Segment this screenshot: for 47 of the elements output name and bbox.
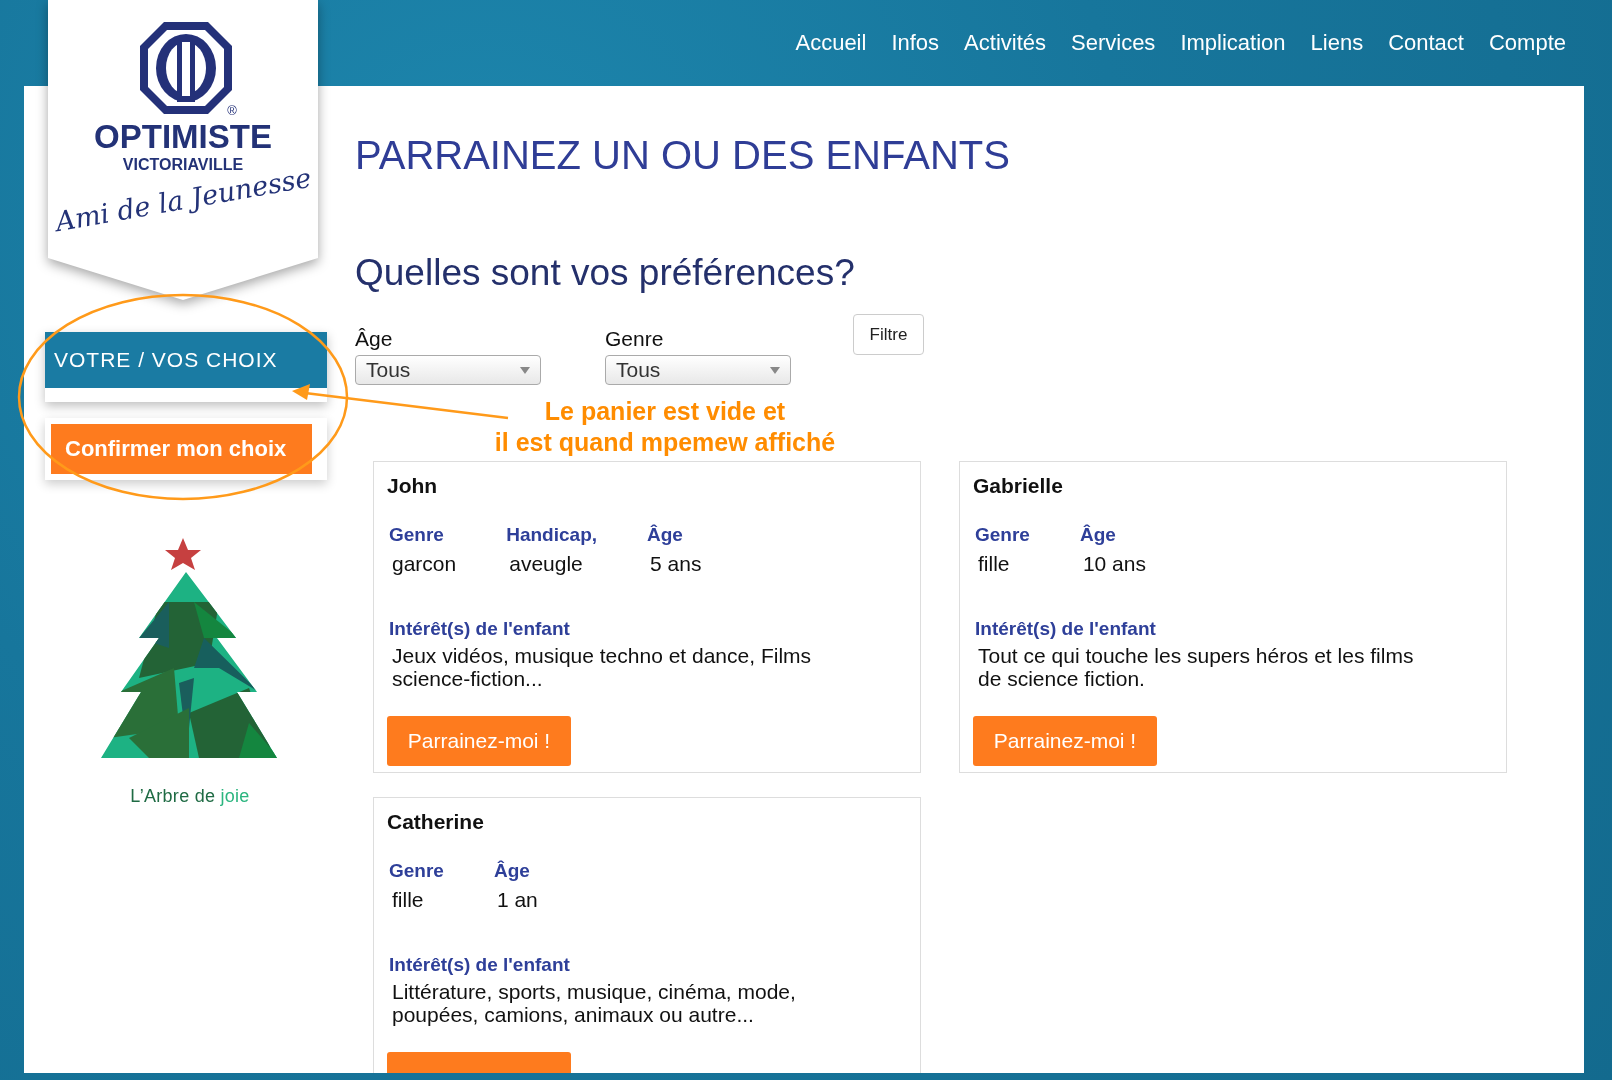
interests-text: Jeux vidéos, musique techno et dance, Films science-fiction...: [391, 644, 813, 690]
registered-mark: ®: [227, 104, 237, 118]
field-value: fille: [391, 888, 425, 912]
nav-link[interactable]: Liens: [1310, 30, 1364, 56]
field-value: fille: [977, 552, 1011, 576]
interests-label: Intérêt(s) de l'enfant: [388, 954, 571, 976]
child-name: John: [387, 474, 439, 498]
nav-link[interactable]: Implication: [1180, 30, 1286, 56]
child-name: Gabrielle: [973, 474, 1064, 498]
interests-text: Littérature, sports, musique, cinéma, mode, poupées, camions, animaux ou autre...: [391, 980, 797, 1026]
field-label: Handicap,: [506, 524, 598, 546]
field-value: 5 ans: [649, 552, 702, 576]
field-value: garcon: [391, 552, 457, 576]
tree-caption: L’Arbre de: [130, 786, 216, 807]
nav-link[interactable]: Activités: [964, 30, 1046, 56]
field-label: Genre: [975, 524, 1030, 546]
filter-button[interactable]: Filtre: [853, 314, 924, 355]
field-label: Genre: [389, 524, 445, 546]
logo-name: OPTIMISTE: [94, 118, 272, 156]
filter-select[interactable]: Tous: [605, 355, 791, 385]
field-label: Âge: [647, 524, 684, 546]
nav-link[interactable]: Services: [1071, 30, 1156, 56]
annotation-note: Le panier est vide et il est quand mpemew affiché: [493, 396, 837, 458]
filter-select[interactable]: Tous: [355, 355, 541, 385]
nav-link[interactable]: Contact: [1388, 30, 1464, 56]
section-heading: Quelles sont vos préférences?: [355, 252, 856, 294]
nav-link[interactable]: Compte: [1488, 30, 1566, 56]
child-name: Catherine: [387, 810, 485, 834]
field-label: Âge: [1079, 524, 1117, 546]
field-value: aveugle: [508, 552, 584, 576]
field-label: Âge: [493, 860, 531, 882]
tree-caption: joie: [220, 786, 250, 807]
interests-text: Tout ce qui touche les supers héros et les films de science fiction.: [977, 644, 1415, 690]
filter-label: Âge: [355, 327, 394, 351]
field-label: Genre: [389, 860, 444, 882]
field-value: 1 an: [495, 888, 538, 912]
field-value: 10 ans: [1081, 552, 1146, 576]
caret-icon: [770, 366, 780, 374]
interests-label: Intérêt(s) de l'enfant: [974, 618, 1157, 640]
interests-label: Intérêt(s) de l'enfant: [388, 618, 571, 640]
filter-label: Genre: [605, 327, 665, 351]
page-title: PARRAINEZ UN OU DES ENFANTS: [355, 133, 1011, 178]
cart-title: VOTRE / VOS CHOIX: [45, 332, 327, 388]
nav-link[interactable]: Infos: [891, 30, 940, 56]
nav-link[interactable]: Accueil: [795, 30, 867, 56]
caret-icon: [520, 366, 530, 374]
logo-city: VICTORIAVILLE: [122, 156, 244, 173]
